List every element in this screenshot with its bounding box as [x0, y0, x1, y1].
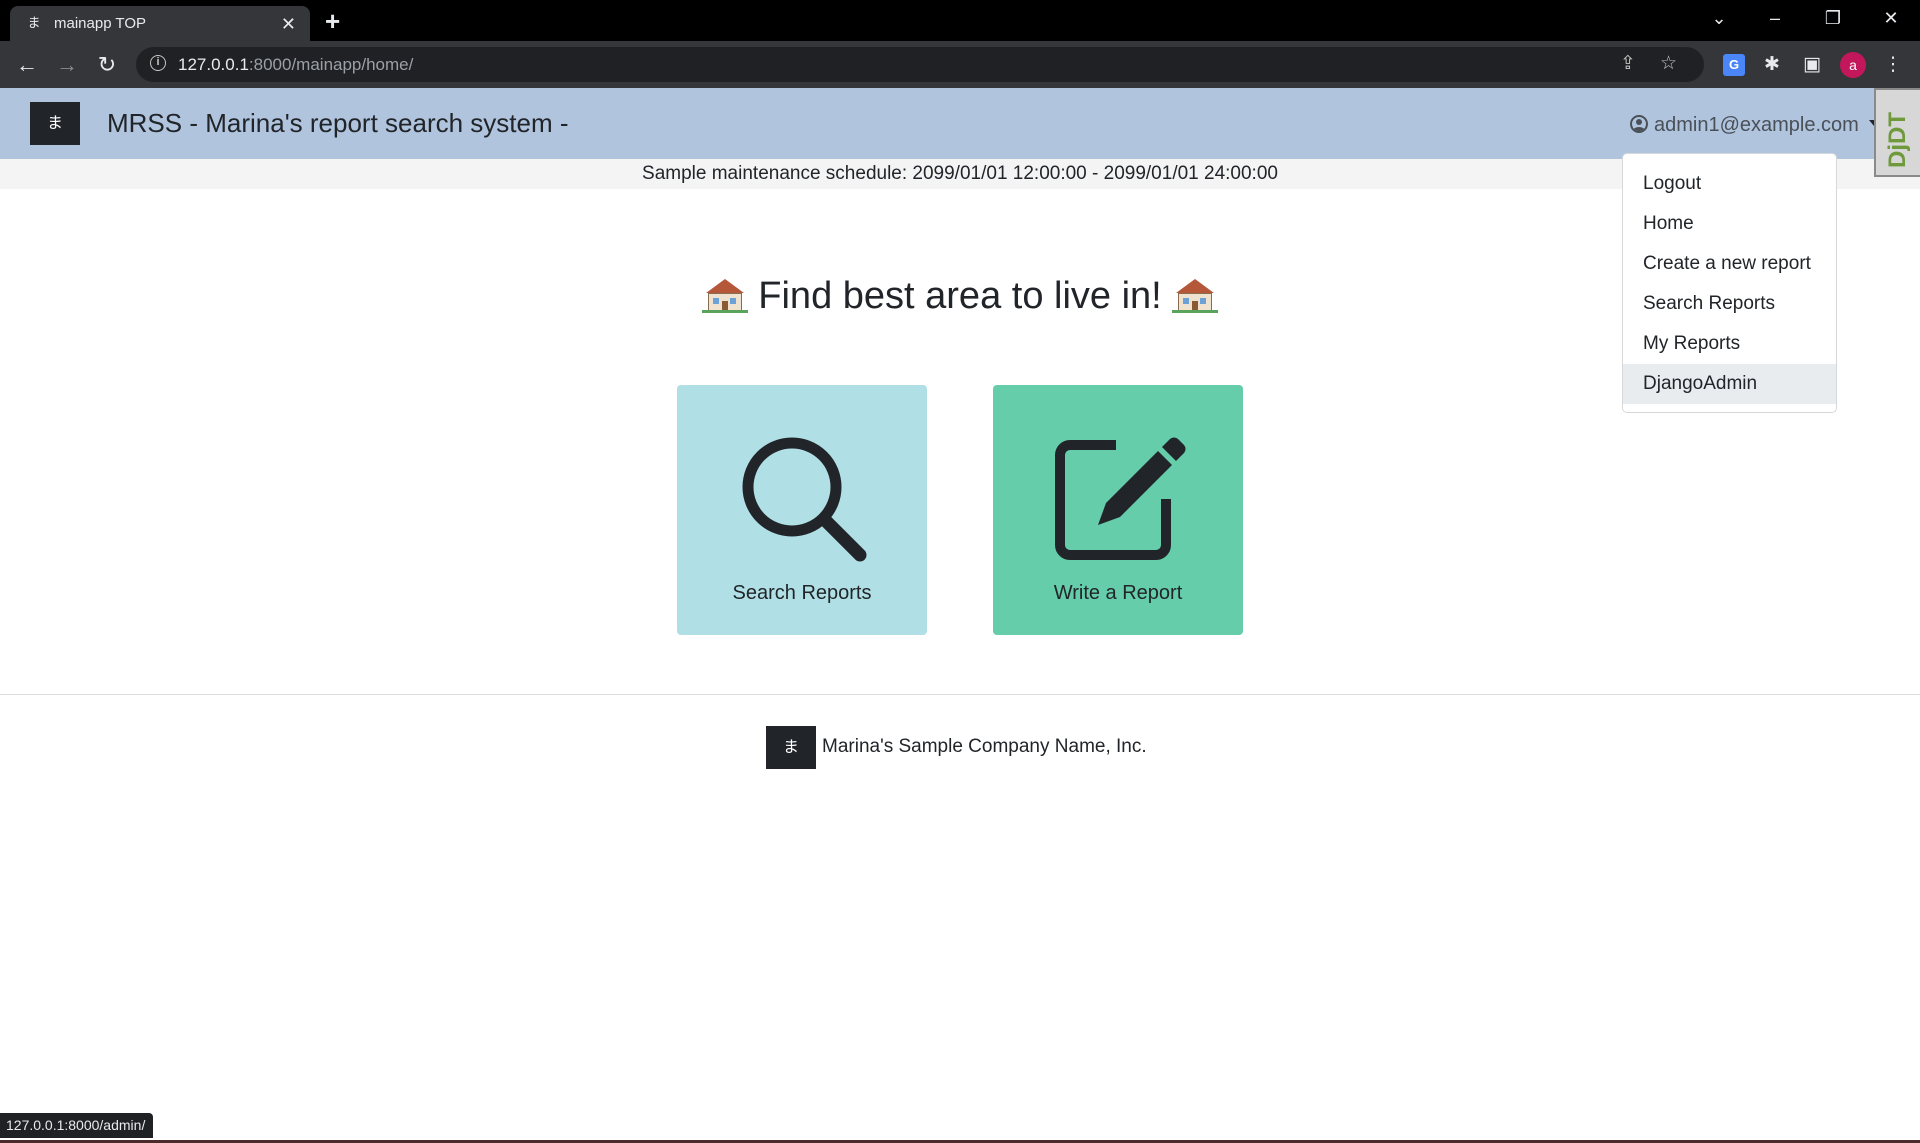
search-reports-label: Search Reports — [732, 582, 872, 604]
web-page: ま MRSS - Marina's report search system -… — [0, 88, 1920, 1143]
hero-title: Find best area to live in! — [758, 275, 1162, 317]
new-tab-icon[interactable]: + — [325, 7, 340, 35]
user-email: admin1@example.com — [1654, 114, 1859, 136]
url-text: 127.0.0.1:8000/mainapp/home/ — [178, 55, 414, 74]
menu-item-django-admin[interactable]: DjangoAdmin — [1623, 364, 1836, 404]
profile-avatar[interactable]: a — [1840, 52, 1866, 78]
browser-toolbar: ← → ↻ i 127.0.0.1:8000/mainapp/home/ ⇪ ☆… — [0, 41, 1920, 88]
window-close-icon[interactable]: ✕ — [1871, 6, 1911, 30]
minimize-icon[interactable]: – — [1755, 6, 1795, 30]
django-debug-toolbar-handle[interactable]: DjDT — [1874, 88, 1920, 177]
user-menu-toggle[interactable]: admin1@example.com — [1630, 112, 1859, 138]
share-icon[interactable]: ⇪ — [1620, 53, 1636, 75]
brand-title[interactable]: MRSS - Marina's report search system - — [107, 107, 569, 139]
info-icon[interactable]: i — [150, 55, 166, 71]
reload-icon[interactable]: ↻ — [92, 51, 122, 79]
djdt-label: DjDT — [1884, 112, 1911, 168]
browser-tab-bar: ま mainapp TOP ✕ + ⌄ – ❐ ✕ — [0, 0, 1920, 41]
search-icon — [742, 437, 867, 562]
edit-icon — [1055, 437, 1186, 560]
status-bar-url: 127.0.0.1:8000/admin/ — [0, 1113, 154, 1138]
browser-tab[interactable]: ま mainapp TOP ✕ — [10, 6, 310, 41]
footer-company-name: Marina's Sample Company Name, Inc. — [822, 736, 1147, 757]
tab-search-icon[interactable]: ⌄ — [1699, 6, 1739, 30]
brand-logo[interactable]: ま — [30, 102, 80, 145]
menu-item-logout[interactable]: Logout — [1623, 164, 1836, 204]
write-report-card[interactable]: Write a Report — [993, 385, 1243, 635]
menu-item-home[interactable]: Home — [1623, 204, 1836, 244]
star-icon[interactable]: ☆ — [1660, 53, 1677, 75]
write-report-label: Write a Report — [1053, 582, 1183, 604]
menu-item-create-report[interactable]: Create a new report — [1623, 244, 1836, 284]
house-icon — [1171, 279, 1218, 313]
house-icon — [702, 279, 749, 313]
menu-icon[interactable]: ⋮ — [1879, 51, 1907, 79]
footer-logo: ま — [766, 726, 816, 769]
user-dropdown-menu: Logout Home Create a new report Search R… — [1622, 153, 1837, 413]
extensions-icon[interactable]: ✱ — [1758, 51, 1786, 79]
forward-icon[interactable]: → — [52, 51, 82, 79]
tab-close-icon[interactable]: ✕ — [281, 14, 296, 34]
site-navbar: ま MRSS - Marina's report search system -… — [0, 88, 1920, 159]
user-circle-icon — [1630, 115, 1648, 133]
tab-favicon: ま — [27, 15, 41, 30]
footer-divider — [0, 694, 1920, 695]
tab-title: mainapp TOP — [54, 15, 146, 32]
back-icon[interactable]: ← — [12, 51, 42, 79]
side-panel-icon[interactable]: ▣ — [1798, 51, 1826, 79]
translate-icon[interactable]: G — [1723, 54, 1745, 76]
menu-item-my-reports[interactable]: My Reports — [1623, 324, 1836, 364]
menu-item-search-reports[interactable]: Search Reports — [1623, 284, 1836, 324]
restore-icon[interactable]: ❐ — [1813, 6, 1853, 30]
address-bar[interactable]: i 127.0.0.1:8000/mainapp/home/ ⇪ ☆ — [136, 47, 1704, 82]
search-reports-card[interactable]: Search Reports — [677, 385, 927, 635]
